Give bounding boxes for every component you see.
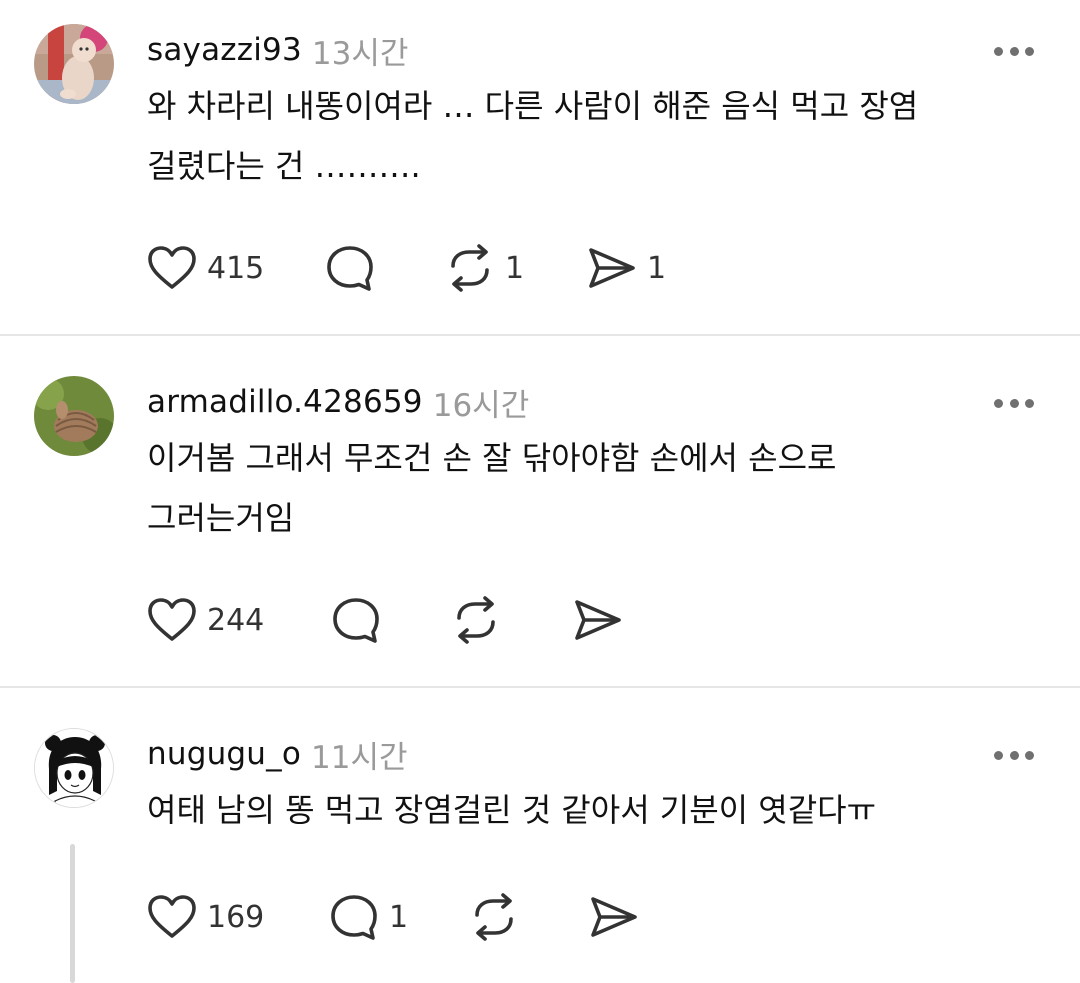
comment-bubble-icon [331,895,377,940]
post-text-line: 이거봄 그래서 무조건 손 잘 닦아야함 손에서 손으로 [147,439,837,477]
post-text: 여태 남의 똥 먹고 장염걸린 것 같아서 기분이 엿같다ㅠ [147,780,1047,840]
send-icon [591,897,637,937]
like-count: 244 [207,602,265,638]
repost-arrows-icon [475,893,513,941]
post: nugugu_o 11시간 여태 남의 똥 먹고 장염걸린 것 같아서 기분이 … [0,704,1080,983]
heart-icon [148,246,196,289]
post-text-line: 와 차라리 내똥이여라 … 다른 사람이 해준 음식 먹고 장염 [147,87,919,125]
share-count: 1 [647,250,667,286]
armadillo-photo-avatar-icon [34,376,114,456]
username[interactable]: sayazzi93 [147,32,302,68]
post-meta: sayazzi93 13시간 [147,28,408,72]
heart-icon [148,598,196,641]
repost-arrows-icon [457,596,495,644]
timestamp: 13시간 [311,35,409,72]
reply-button[interactable]: 1 [329,893,469,941]
like-button[interactable]: 415 [147,245,325,291]
post-text-line: 그러는거임 [147,499,295,537]
heart-icon [148,895,196,938]
avatar[interactable] [34,376,114,456]
post-meta: armadillo.428659 16시간 [147,380,529,424]
like-button[interactable]: 169 [147,894,329,940]
avatar[interactable] [34,728,114,808]
comment-bubble-icon [327,246,373,291]
more-dots-icon[interactable] [994,38,1034,64]
doll-photo-avatar-icon [34,24,114,104]
share-button[interactable]: 1 [587,245,666,291]
action-bar: 169 1 [147,892,649,942]
post-text: 이거봄 그래서 무조건 손 잘 닦아야함 손에서 손으로 그러는거임 [147,428,1047,548]
timestamp: 16시간 [432,387,530,424]
like-button[interactable]: 244 [147,597,331,643]
reply-count: 1 [389,899,409,935]
repost-arrows-icon [451,244,489,292]
anime-girl-avatar-icon [35,729,113,807]
like-count: 415 [207,250,265,286]
action-bar: 415 1 1 [147,243,666,293]
post: armadillo.428659 16시간 이거봄 그래서 무조건 손 잘 닦아… [0,352,1080,686]
post-text: 와 차라리 내똥이여라 … 다른 사람이 해준 음식 먹고 장염 걸렸다는 건 … [147,76,1047,196]
username[interactable]: nugugu_o [147,736,301,772]
send-icon [575,600,621,640]
repost-button[interactable] [451,596,573,644]
post-meta: nugugu_o 11시간 [147,732,408,776]
comment-bubble-icon [333,598,379,643]
repost-button[interactable] [469,893,589,941]
repost-count: 1 [505,250,525,286]
divider [0,686,1080,688]
post-text-line: 여태 남의 똥 먹고 장염걸린 것 같아서 기분이 엿같다ㅠ [147,791,877,829]
reply-button[interactable] [325,244,445,292]
avatar[interactable] [34,24,114,104]
share-button[interactable] [589,894,649,940]
post-text-line: 걸렸다는 건 ………. [147,147,421,185]
divider [0,334,1080,336]
thread-line [70,844,75,983]
send-icon [589,248,635,288]
more-dots-icon[interactable] [994,390,1034,416]
timestamp: 11시간 [311,739,408,776]
post: sayazzi93 13시간 와 차라리 내똥이여라 … 다른 사람이 해준 음… [0,0,1080,334]
action-bar: 244 [147,595,633,645]
more-dots-icon[interactable] [994,742,1034,768]
username[interactable]: armadillo.428659 [147,384,423,420]
like-count: 169 [207,899,265,935]
reply-button[interactable] [331,596,451,644]
share-button[interactable] [573,597,633,643]
repost-button[interactable]: 1 [445,244,587,292]
